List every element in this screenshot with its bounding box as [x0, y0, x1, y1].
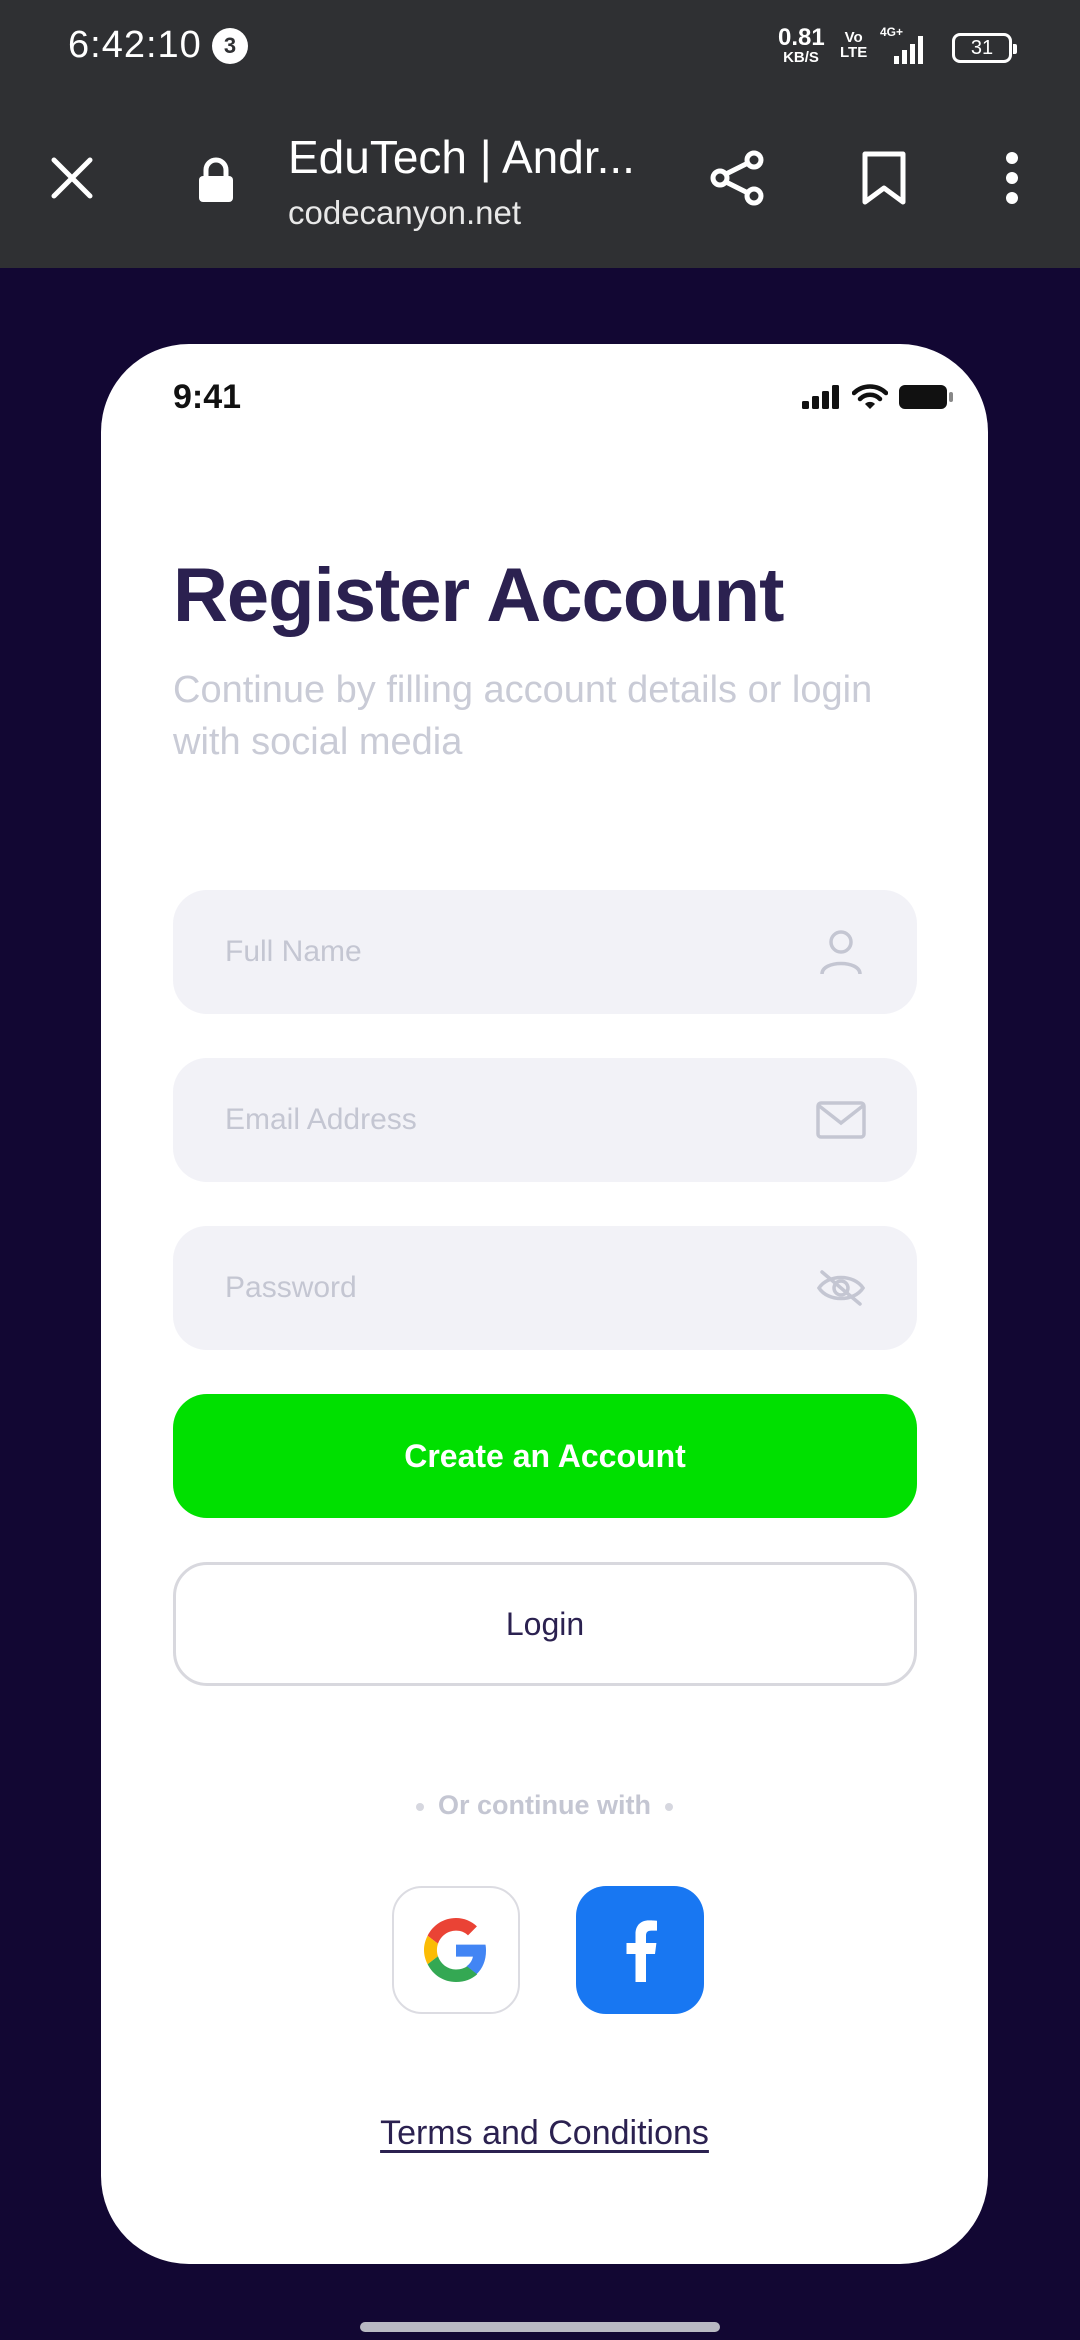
- email-input[interactable]: [225, 1103, 785, 1137]
- mail-icon: [811, 1090, 871, 1150]
- phone-clock: 9:41: [173, 378, 242, 416]
- facebook-icon: [626, 1920, 657, 1982]
- social-divider: Or continue with: [101, 1790, 988, 1821]
- divider-dot-right: [665, 1802, 673, 1811]
- signal-icon: 4G+: [880, 25, 936, 71]
- phone-mockup: 9:41 Register Account Continue by fillin…: [101, 344, 988, 2264]
- divider-label: Or continue with: [438, 1790, 651, 1820]
- system-status-bar: 6:42:10 3 0.81 KB/S Vo LTE 4G+ 31: [0, 0, 1080, 96]
- phone-battery-icon: [899, 385, 953, 409]
- google-login-button[interactable]: [392, 1886, 520, 2014]
- notification-count-badge: 3: [212, 28, 248, 64]
- full-name-field[interactable]: [173, 890, 917, 1014]
- register-heading: Register Account: [173, 553, 784, 638]
- facebook-login-button[interactable]: [576, 1886, 704, 2014]
- share-icon[interactable]: [700, 140, 776, 216]
- wifi-icon: [852, 384, 888, 409]
- network-speed-unit: KB/S: [783, 49, 819, 66]
- network-speed-value: 0.81: [778, 24, 825, 51]
- lock-icon[interactable]: [186, 150, 246, 210]
- page-domain[interactable]: codecanyon.net: [288, 194, 521, 232]
- clock: 6:42:10: [68, 24, 202, 66]
- google-icon: [424, 1918, 486, 1982]
- close-icon[interactable]: [36, 142, 108, 214]
- register-subtitle: Continue by filling account details or l…: [173, 669, 873, 763]
- phone-status-icons: [802, 384, 954, 410]
- battery-icon: 31: [952, 33, 1017, 63]
- home-indicator[interactable]: [360, 2322, 720, 2332]
- cellular-icon: [802, 385, 839, 409]
- email-field[interactable]: [173, 1058, 917, 1182]
- terms-link[interactable]: Terms and Conditions: [101, 2114, 988, 2153]
- eye-off-icon[interactable]: [811, 1258, 871, 1318]
- divider-dot-left: [416, 1802, 424, 1811]
- network-speed: 0.81 KB/S: [778, 24, 825, 66]
- page-title[interactable]: EduTech | Andr...: [288, 130, 635, 184]
- create-account-button[interactable]: Create an Account: [173, 1394, 917, 1518]
- more-vert-icon[interactable]: [976, 140, 1048, 216]
- browser-toolbar: EduTech | Andr... codecanyon.net: [0, 96, 1080, 268]
- full-name-input[interactable]: [225, 935, 785, 969]
- user-icon: [811, 922, 871, 982]
- password-field[interactable]: [173, 1226, 917, 1350]
- volte-bottom: LTE: [840, 44, 868, 61]
- volte-indicator: Vo LTE: [840, 30, 867, 60]
- login-button[interactable]: Login: [173, 1562, 917, 1686]
- password-input[interactable]: [225, 1271, 785, 1305]
- network-type: 4G+: [880, 26, 903, 39]
- volte-top: Vo: [844, 29, 863, 46]
- battery-level: 31: [970, 36, 994, 59]
- bookmark-icon[interactable]: [846, 140, 922, 216]
